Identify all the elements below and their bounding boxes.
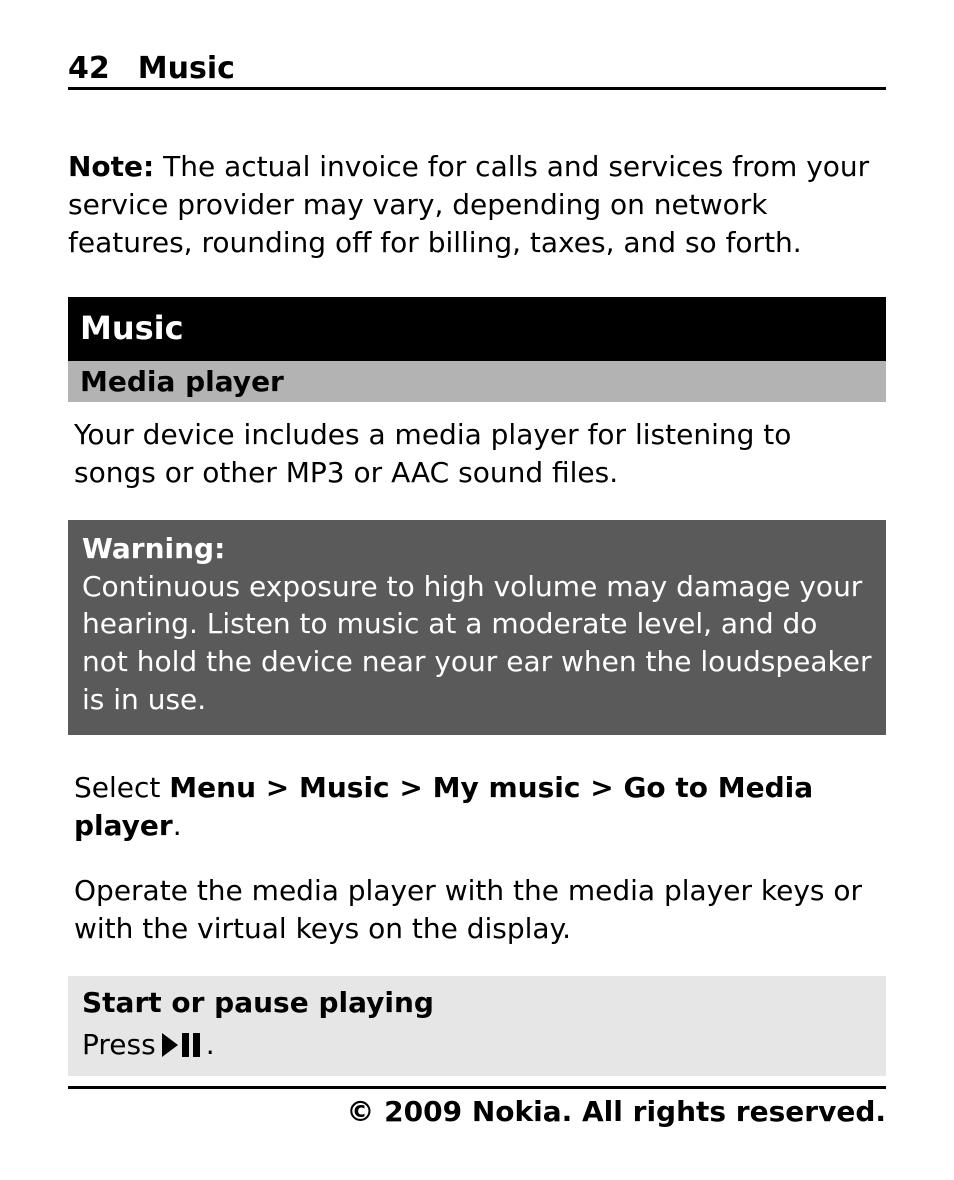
nav-suffix: . bbox=[173, 809, 182, 842]
page-header: 42 Music bbox=[68, 52, 886, 90]
nav-item-my-music: My music bbox=[433, 771, 581, 804]
page-number: 42 bbox=[68, 52, 110, 85]
page-footer: © 2009 Nokia. All rights reserved. bbox=[68, 1086, 886, 1128]
press-suffix: . bbox=[206, 1026, 215, 1064]
section-heading-music: Music bbox=[68, 297, 886, 360]
warning-title: Warning: bbox=[82, 530, 872, 568]
media-player-intro: Your device includes a media player for … bbox=[68, 416, 886, 492]
warning-text: Continuous exposure to high volume may d… bbox=[82, 570, 872, 716]
note-text: The actual invoice for calls and service… bbox=[68, 150, 869, 259]
document-page: 42 Music Note: The actual invoice for ca… bbox=[0, 0, 954, 1180]
nav-sep: > bbox=[390, 771, 433, 804]
warning-box: Warning: Continuous exposure to high vol… bbox=[68, 520, 886, 735]
page-content: Note: The actual invoice for calls and s… bbox=[68, 148, 886, 1076]
start-pause-box: Start or pause playing Press . bbox=[68, 976, 886, 1076]
press-prefix: Press bbox=[82, 1026, 156, 1064]
navigation-path: Select Menu > Music > My music > Go to M… bbox=[68, 769, 886, 845]
start-pause-title: Start or pause playing bbox=[82, 984, 872, 1022]
nav-sep: > bbox=[580, 771, 623, 804]
nav-item-music: Music bbox=[299, 771, 390, 804]
page-title: Music bbox=[138, 52, 235, 85]
section-subheading-media-player: Media player bbox=[68, 361, 886, 403]
nav-item-menu: Menu bbox=[169, 771, 256, 804]
play-pause-icon bbox=[162, 1033, 200, 1057]
note-label: Note: bbox=[68, 150, 154, 183]
nav-prefix: Select bbox=[74, 771, 169, 804]
press-line: Press . bbox=[82, 1026, 872, 1064]
operate-paragraph: Operate the media player with the media … bbox=[68, 872, 886, 948]
note-paragraph: Note: The actual invoice for calls and s… bbox=[68, 148, 886, 261]
nav-sep: > bbox=[256, 771, 299, 804]
